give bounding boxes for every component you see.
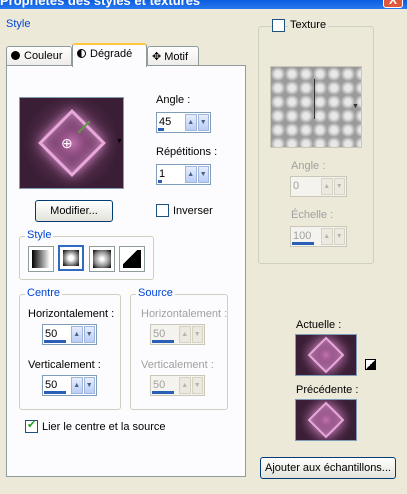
centre-title: Centre xyxy=(25,287,63,299)
window-title: Propriétés des styles et textures xyxy=(0,0,201,8)
spin-down-icon[interactable]: ▼ xyxy=(333,228,345,245)
centre-vertical-value: 50 xyxy=(45,379,58,391)
add-to-swatches-button[interactable]: Ajouter aux échantillons... xyxy=(260,457,396,479)
crosshair-icon: ⊕ xyxy=(61,135,73,151)
link-centre-source-label: Lier le centre et la source xyxy=(42,421,166,433)
source-vertical-spinner[interactable]: 50 ▲ ▼ xyxy=(150,375,205,396)
tab-degrade[interactable]: Dégradé xyxy=(72,43,147,67)
modify-button[interactable]: Modifier... xyxy=(35,200,113,222)
spin-up-icon[interactable]: ▲ xyxy=(179,326,191,343)
half-circle-icon xyxy=(77,49,86,58)
texture-angle-label: Angle : xyxy=(291,160,326,172)
previous-label: Précédente : xyxy=(296,384,359,396)
spin-down-icon[interactable]: ▼ xyxy=(333,178,345,195)
spin-down-icon[interactable]: ▼ xyxy=(191,326,203,343)
current-label: Actuelle : xyxy=(296,319,342,331)
source-title: Source xyxy=(136,287,175,299)
previous-style-swatch[interactable] xyxy=(295,399,357,441)
spin-up-icon[interactable]: ▲ xyxy=(71,326,83,343)
invert-label: Inverser xyxy=(173,205,213,217)
texture-scale-label: Échelle : xyxy=(291,209,334,221)
texture-angle-spinner[interactable]: 0 ▲ ▼ xyxy=(290,176,347,197)
linear-style-button[interactable] xyxy=(28,246,54,272)
texture-checkbox[interactable] xyxy=(272,19,285,32)
spin-up-icon[interactable]: ▲ xyxy=(179,377,191,394)
source-vertical-label: Verticalement : xyxy=(141,359,214,371)
current-style-swatch[interactable] xyxy=(295,334,357,376)
radial-style-button[interactable] xyxy=(119,246,145,272)
tab-couleur-label: Couleur xyxy=(24,50,63,62)
tab-motif[interactable]: ✥ Motif xyxy=(147,46,199,67)
spin-up-icon[interactable]: ▲ xyxy=(321,228,333,245)
texture-scale-spinner[interactable]: 100 ▲ ▼ xyxy=(290,226,347,247)
texture-angle-value: 0 xyxy=(293,180,300,192)
texture-angle-arrow-icon xyxy=(314,79,315,119)
angle-value: 45 xyxy=(159,116,172,128)
spin-up-icon[interactable]: ▲ xyxy=(185,114,197,131)
texture-scale-value: 100 xyxy=(293,230,312,242)
repetitions-value: 1 xyxy=(159,168,166,180)
sunburst-style-button[interactable] xyxy=(89,246,115,272)
style-group-title: Style xyxy=(4,18,33,30)
close-button[interactable]: X xyxy=(383,0,403,8)
swap-icon[interactable] xyxy=(365,359,376,370)
repetitions-label: Répétitions : xyxy=(156,146,218,158)
invert-checkbox[interactable] xyxy=(156,204,169,217)
spin-down-icon[interactable]: ▼ xyxy=(197,166,209,183)
title-bar: Propriétés des styles et textures X xyxy=(0,0,407,9)
texture-dropdown-icon[interactable]: ▼ xyxy=(352,103,359,110)
circle-icon xyxy=(11,51,20,60)
centre-horizontal-spinner[interactable]: 50 ▲ ▼ xyxy=(42,324,97,345)
link-centre-source-checkbox[interactable] xyxy=(25,418,38,433)
texture-label: Texture xyxy=(288,19,329,31)
angle-spinner[interactable]: 45 ▲ ▼ xyxy=(156,112,211,133)
spin-up-icon[interactable]: ▲ xyxy=(185,166,197,183)
source-horizontal-spinner[interactable]: 50 ▲ ▼ xyxy=(150,324,205,345)
angle-label: Angle : xyxy=(156,94,191,106)
tab-degrade-label: Dégradé xyxy=(90,48,133,60)
centre-vertical-spinner[interactable]: 50 ▲ ▼ xyxy=(42,375,97,396)
tab-couleur[interactable]: Couleur xyxy=(6,46,72,67)
repetitions-spinner[interactable]: 1 ▲ ▼ xyxy=(156,164,211,185)
texture-preview[interactable] xyxy=(270,66,362,148)
centre-horizontal-value: 50 xyxy=(45,328,58,340)
rectangular-style-button[interactable] xyxy=(58,245,84,271)
spin-up-icon[interactable]: ▲ xyxy=(71,377,83,394)
spin-up-icon[interactable]: ▲ xyxy=(321,178,333,195)
spin-down-icon[interactable]: ▼ xyxy=(197,114,209,131)
source-horizontal-label: Horizontalement : xyxy=(141,308,228,320)
gradient-preview[interactable]: ⊕ xyxy=(19,97,124,189)
centre-vertical-label: Verticalement : xyxy=(28,359,101,371)
gradient-dropdown-icon[interactable]: ▼ xyxy=(116,138,123,145)
style-subgroup-title: Style xyxy=(25,229,54,241)
tab-motif-label: Motif xyxy=(164,51,189,63)
spin-down-icon[interactable]: ▼ xyxy=(83,326,95,343)
pattern-icon: ✥ xyxy=(152,51,162,63)
spin-down-icon[interactable]: ▼ xyxy=(83,377,95,394)
source-vertical-value: 50 xyxy=(153,379,166,391)
spin-down-icon[interactable]: ▼ xyxy=(191,377,203,394)
source-horizontal-value: 50 xyxy=(153,328,166,340)
centre-horizontal-label: Horizontalement : xyxy=(28,308,115,320)
